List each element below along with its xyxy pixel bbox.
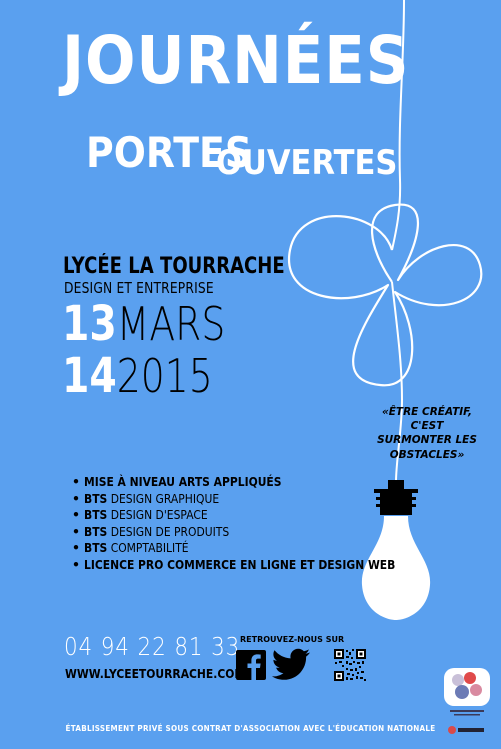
list-item: BTS DESIGN GRAPHIQUE — [72, 491, 446, 508]
list-item: LICENCE PRO COMMERCE EN LIGNE ET DESIGN … — [72, 557, 446, 574]
website-link[interactable]: WWW.LYCEETOURRACHE.COM — [65, 667, 245, 681]
day-1: 13 — [62, 296, 117, 352]
phone-number: 04 94 22 81 33 — [64, 632, 241, 661]
qr-code-icon[interactable] — [333, 648, 367, 682]
poster: JOURNÉES PORTES OUVERTES LYCÉE LA TOURRA… — [0, 0, 501, 749]
quote: «ÊTRE CRÉATIF, C'EST SURMONTER LES OBSTA… — [377, 406, 477, 461]
title-journees: JOURNÉES — [62, 22, 410, 99]
date-line-1: 13MARS — [62, 300, 261, 348]
list-item: BTS DESIGN D'ESPACE — [72, 507, 446, 524]
list-item: MISE À NIVEAU ARTS APPLIQUÉS — [72, 474, 446, 491]
program-list: MISE À NIVEAU ARTS APPLIQUÉS BTS DESIGN … — [72, 474, 446, 573]
date-line-2: 142015 — [62, 352, 246, 400]
footer-text: ÉTABLISSEMENT PRIVÉ SOUS CONTRAT D'ASSOC… — [65, 724, 436, 733]
list-item: BTS DESIGN DE PRODUITS — [72, 524, 446, 541]
day-2: 14 — [62, 348, 117, 404]
list-item: BTS COMPTABILITÉ — [72, 540, 446, 557]
school-name: LYCÉE LA TOURRACHE — [63, 254, 285, 279]
school-subtitle: DESIGN ET ENTREPRISE — [64, 279, 214, 297]
month: MARS — [116, 297, 226, 351]
twitter-icon[interactable] — [271, 648, 311, 682]
title-ouvertes: OUVERTES — [216, 143, 398, 183]
facebook-icon[interactable] — [236, 650, 266, 680]
year: 2015 — [116, 349, 213, 403]
social-label: RETROUVEZ-NOUS SUR — [240, 635, 345, 644]
